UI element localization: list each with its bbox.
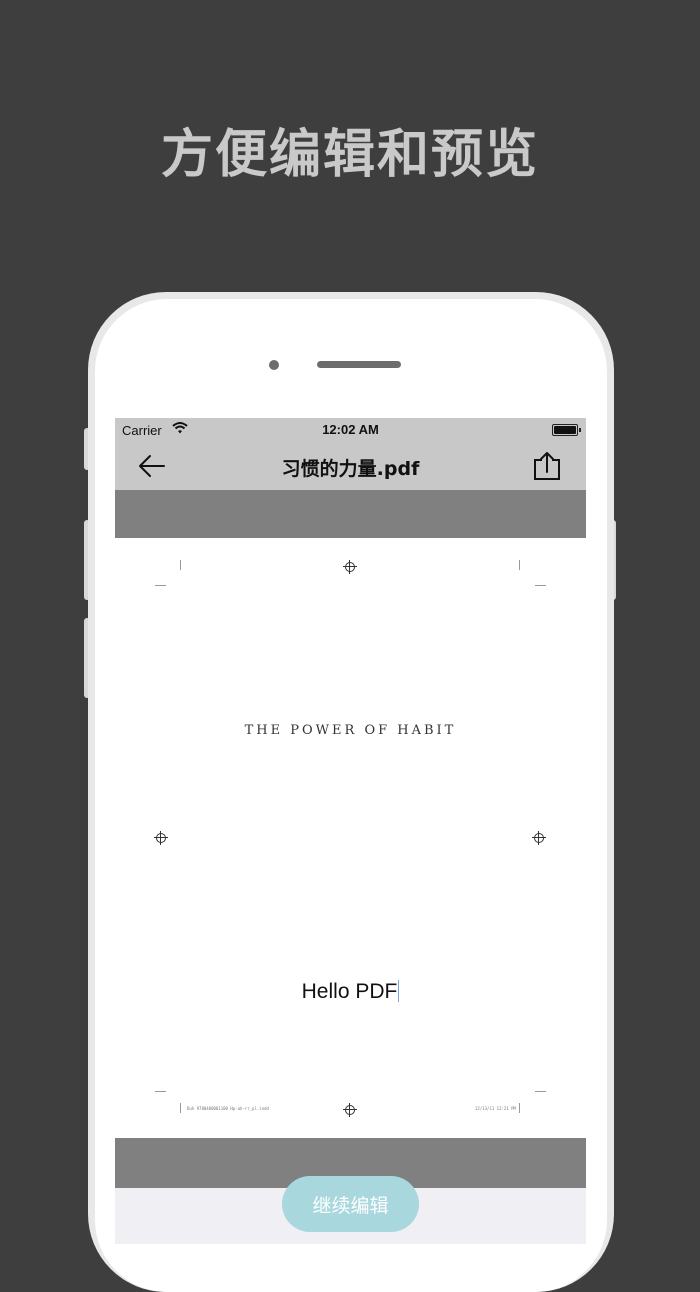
body-text[interactable]: Hello PDF: [115, 980, 586, 1004]
status-bar: Carrier 12:02 AM: [115, 418, 586, 442]
book-title: THE POWER OF HABIT: [244, 723, 457, 738]
print-slug-left: Duh 9780400001100 Hp-ah-rr_pl.indd: [187, 1106, 269, 1111]
print-slug-right: 12/13/11 12:21 PM: [475, 1106, 516, 1111]
crop-mark: [155, 1091, 166, 1092]
crop-mark: [180, 1103, 181, 1113]
battery-icon: [552, 424, 581, 436]
crop-mark: [535, 585, 546, 586]
earpiece-speaker: [317, 361, 401, 368]
crop-mark: [155, 585, 166, 586]
crop-mark: [535, 1091, 546, 1092]
body-text-content: Hello PDF: [301, 980, 398, 1003]
back-arrow-icon[interactable]: [137, 452, 167, 480]
pdf-page[interactable]: THE POWER OF HABIT Hello PDF Duh 9780400…: [115, 538, 586, 1138]
registration-mark: [154, 831, 168, 845]
crop-mark: [519, 1103, 520, 1113]
registration-mark: [343, 560, 357, 574]
headline: 方便编辑和预览: [160, 125, 539, 185]
front-camera: [269, 360, 279, 370]
document-title: 习惯的力量.pdf: [281, 458, 420, 480]
status-time: 12:02 AM: [322, 422, 379, 437]
crop-mark: [519, 560, 520, 570]
crop-mark: [180, 560, 181, 570]
nav-bar: 习惯的力量.pdf: [115, 442, 586, 490]
share-icon[interactable]: [532, 450, 562, 482]
text-cursor: [398, 980, 400, 1002]
page-gap-top: [115, 490, 586, 538]
phone-screen: Carrier 12:02 AM 习惯的力量.pdf THE POWER OF …: [115, 418, 586, 1244]
registration-mark: [343, 1103, 357, 1117]
registration-mark: [532, 831, 546, 845]
continue-editing-button[interactable]: 继续编辑: [282, 1176, 419, 1232]
